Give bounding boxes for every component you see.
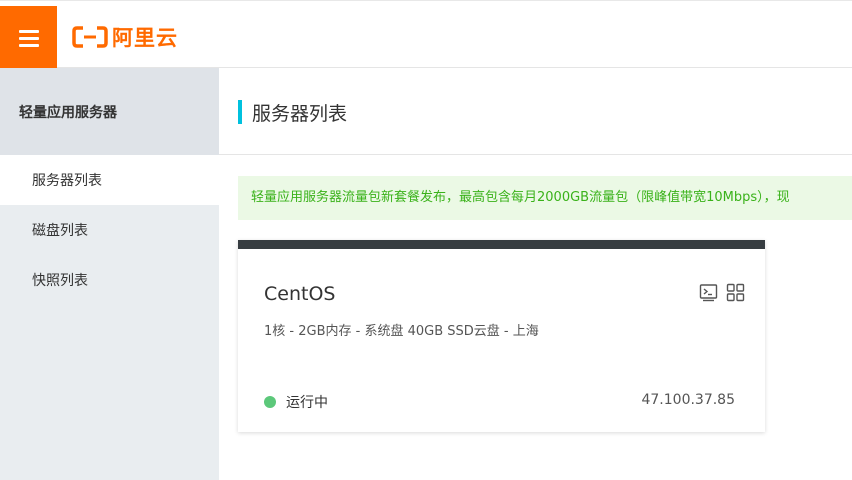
server-spec: 1核 - 2GB内存 - 系统盘 40GB SSD云盘 - 上海 bbox=[264, 324, 539, 339]
aliyun-logo[interactable]: 阿里云 bbox=[72, 23, 178, 51]
sidebar-item-disk-list[interactable]: 磁盘列表 bbox=[0, 205, 219, 255]
top-bar: 阿里云 bbox=[0, 0, 852, 69]
main-content: 服务器列表 轻量应用服务器流量包新套餐发布，最高包含每月2000GB流量包（限峰… bbox=[219, 68, 852, 480]
server-card[interactable]: CentOS 1核 - 2GB内存 - 系统盘 40GB SSD云盘 - 上海 … bbox=[238, 240, 765, 432]
server-os-name[interactable]: CentOS bbox=[264, 283, 335, 305]
card-actions bbox=[699, 283, 745, 302]
sidebar-item-label: 快照列表 bbox=[32, 273, 88, 289]
menu-button[interactable] bbox=[0, 6, 57, 69]
status-label: 运行中 bbox=[286, 395, 328, 411]
title-accent-bar bbox=[238, 100, 242, 124]
page-title: 服务器列表 bbox=[252, 103, 348, 125]
aliyun-logo-icon bbox=[72, 26, 108, 48]
sidebar: 轻量应用服务器 服务器列表 磁盘列表 快照列表 bbox=[0, 68, 219, 480]
terminal-icon[interactable] bbox=[699, 283, 718, 302]
grid-apps-icon[interactable] bbox=[726, 283, 745, 302]
notice-banner[interactable]: 轻量应用服务器流量包新套餐发布，最高包含每月2000GB流量包（限峰值带宽10M… bbox=[238, 176, 852, 220]
status-dot-icon bbox=[264, 396, 276, 408]
sidebar-item-snapshot-list[interactable]: 快照列表 bbox=[0, 255, 219, 305]
server-ip: 47.100.37.85 bbox=[641, 392, 735, 408]
server-status: 运行中 bbox=[264, 392, 328, 412]
card-header-bar bbox=[238, 240, 765, 249]
sidebar-item-label: 服务器列表 bbox=[32, 173, 102, 189]
sidebar-item-label: 磁盘列表 bbox=[32, 223, 88, 239]
hamburger-menu-icon bbox=[18, 29, 39, 47]
sidebar-item-server-list[interactable]: 服务器列表 bbox=[0, 155, 219, 205]
page-header: 服务器列表 bbox=[219, 68, 852, 155]
logo-text: 阿里云 bbox=[112, 26, 178, 50]
sidebar-title: 轻量应用服务器 bbox=[0, 68, 219, 155]
